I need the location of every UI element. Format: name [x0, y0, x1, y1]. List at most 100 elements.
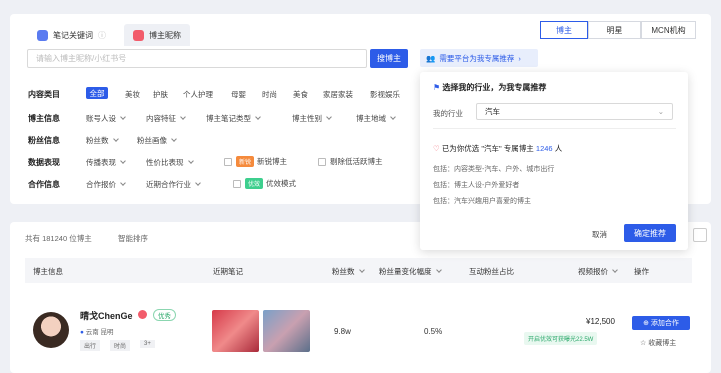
filter-fans-profile[interactable]: 粉丝画像	[137, 135, 176, 146]
col-actions: 操作	[634, 267, 649, 276]
total-count: 共有 181240 位博主	[25, 234, 92, 243]
flag-icon: ⚑	[433, 83, 443, 92]
settings-icon[interactable]	[693, 228, 707, 242]
recommend-link[interactable]: 👥 需要平台为我专属推荐 ›	[420, 49, 538, 67]
note-thumbnail[interactable]	[263, 310, 310, 352]
plus-icon: ⊕	[643, 320, 651, 327]
good-tag: 优效	[245, 178, 264, 189]
filter-note-type[interactable]: 博主笔记类型	[206, 113, 260, 124]
filter-fans-count[interactable]: 粉丝数	[86, 135, 118, 146]
category-option[interactable]: 护肤	[153, 89, 168, 100]
divider	[433, 128, 676, 129]
filter-spread[interactable]: 传播表现	[86, 157, 125, 168]
filter-cost-performance[interactable]: 性价比表现	[146, 157, 193, 168]
popup-title: ⚑ 选择我的行业，为我专属推荐	[433, 82, 546, 93]
result-prefix: 已为你优选 "汽车" 专属博主	[441, 144, 534, 153]
sort-option[interactable]: 智能排序	[118, 233, 148, 244]
switch-mcn[interactable]: MCN机构	[641, 21, 696, 39]
fans-count: 9.8w	[334, 327, 351, 336]
avatar[interactable]	[33, 312, 69, 348]
category-option[interactable]: 家居家装	[323, 89, 353, 100]
result-unit: 人	[554, 144, 563, 153]
industry-select[interactable]: 汽车 ⌄	[476, 103, 673, 120]
include-line: 包括：汽车兴趣用户喜爱的博主	[433, 198, 531, 205]
industry-label: 我的行业	[433, 109, 463, 118]
filter-label-blogger: 博主信息	[28, 114, 60, 123]
tag-more[interactable]: 3+	[140, 340, 155, 348]
tab-label: 博主昵称	[149, 30, 181, 40]
checkbox-icon	[224, 158, 232, 167]
category-option[interactable]: 美妆	[125, 89, 140, 100]
add-cooperation-label: 添加合作	[650, 320, 679, 327]
exclude-inactive-checkbox[interactable]: 剔除低活跃博主	[318, 156, 383, 167]
category-option[interactable]: 个人护理	[183, 89, 213, 100]
chevron-right-icon: ›	[518, 53, 521, 63]
user-group-icon: 👥	[426, 53, 436, 63]
new-tag: 新锐	[236, 156, 255, 167]
location-icon: ●	[80, 329, 84, 336]
filter-label-data: 数据表现	[28, 158, 60, 167]
filter-gender[interactable]: 博主性别	[292, 113, 331, 124]
category-option[interactable]: 美食	[293, 89, 308, 100]
info-icon: ⓘ	[98, 30, 106, 40]
result-summary: ♡ 已为你优选 "汽车" 专属博主 1246 人	[433, 143, 562, 154]
filter-region[interactable]: 博主地域	[356, 113, 395, 124]
category-option[interactable]: 母婴	[231, 89, 246, 100]
filter-price[interactable]: 合作报价	[86, 179, 125, 190]
new-blogger-checkbox[interactable]: 新锐 新锐博主	[224, 156, 287, 167]
tab-keyword[interactable]: 笔记关键词 ⓘ	[28, 24, 115, 46]
col-fans[interactable]: 粉丝数	[332, 266, 364, 277]
col-video-price[interactable]: 视频报价	[578, 266, 617, 277]
filter-persona[interactable]: 账号人设	[86, 113, 125, 124]
tag: 时尚	[110, 340, 131, 351]
category-option[interactable]: 时尚	[262, 89, 277, 100]
search-input[interactable]: 请输入博主昵称/小红书号	[27, 49, 367, 68]
include-line: 包括：内容类型-汽车、户外、城市出行	[433, 166, 555, 173]
confirm-recommend-button[interactable]: 确定推荐	[624, 224, 676, 242]
filter-content-feature[interactable]: 内容特征	[146, 113, 185, 124]
note-thumbnail[interactable]	[212, 310, 259, 352]
recommend-link-label: 需要平台为我专属推荐	[439, 53, 515, 63]
col-interactive-ratio: 互动粉丝占比	[469, 267, 514, 276]
exclude-inactive-label: 剔除低活跃博主	[330, 157, 383, 166]
star-icon: ☆	[640, 340, 649, 347]
tab-nickname[interactable]: 博主昵称	[124, 24, 190, 46]
search-button[interactable]: 搜博主	[370, 49, 408, 68]
checkbox-icon	[233, 180, 241, 189]
video-price: ¥12,500	[586, 317, 615, 326]
filter-label-cooperation: 合作信息	[28, 180, 60, 189]
col-recent-notes: 近期笔记	[213, 267, 243, 276]
filter-label-category: 内容类目	[28, 90, 60, 99]
industry-value: 汽车	[485, 107, 500, 116]
switch-star[interactable]: 明星	[588, 21, 641, 39]
favorite-button[interactable]: ☆ 收藏博主	[640, 338, 676, 348]
checkbox-icon	[318, 158, 326, 167]
heart-icon: ♡	[433, 144, 442, 153]
gender-icon	[138, 310, 147, 319]
add-cooperation-button[interactable]: ⊕ 添加合作	[632, 316, 690, 330]
favorite-label: 收藏博主	[648, 340, 677, 347]
filter-recent-industry[interactable]: 近期合作行业	[146, 179, 200, 190]
cancel-button[interactable]: 取消	[592, 229, 607, 240]
include-line: 包括：博主人设-户外爱好者	[433, 182, 520, 189]
user-icon	[133, 29, 144, 41]
result-count: 1246	[535, 144, 553, 153]
good-mode-label: 优效模式	[266, 179, 297, 188]
col-fans-change[interactable]: 粉丝量变化幅度	[379, 266, 441, 277]
good-mode-note: 开启优效可获曝光22.5W	[524, 332, 598, 345]
category-option[interactable]: 影视娱乐	[370, 89, 400, 100]
blogger-name[interactable]: 晴戈ChenGe	[80, 309, 133, 322]
fans-change: 0.5%	[424, 327, 443, 336]
col-blogger-info: 博主信息	[33, 267, 63, 276]
category-all[interactable]: 全部	[86, 87, 108, 99]
new-blogger-label: 新锐博主	[257, 157, 288, 166]
tab-label: 笔记关键词	[53, 30, 93, 40]
popup-title-text: 选择我的行业，为我专属推荐	[442, 83, 547, 92]
location: ● 云南 昆明	[80, 326, 114, 336]
good-mode-checkbox[interactable]: 优效 优效模式	[233, 178, 296, 189]
note-icon	[37, 29, 48, 41]
switch-blogger[interactable]: 博主	[540, 21, 588, 39]
location-text: 云南 昆明	[85, 329, 114, 336]
filter-label-fans: 粉丝信息	[28, 136, 60, 145]
tag: 出行	[80, 340, 101, 351]
